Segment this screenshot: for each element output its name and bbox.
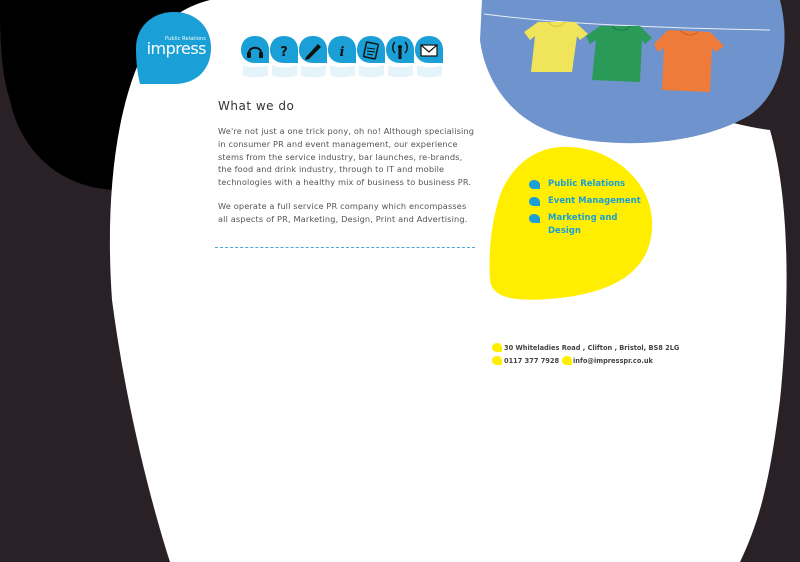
headphones-icon [241,36,269,78]
background-shapes [0,0,787,562]
nav-question-button[interactable]: ? [269,35,299,79]
info-icon: i [328,36,356,78]
notepad-icon [357,36,385,78]
page: Public Relations impress ? i What we do … [0,0,800,562]
nav-envelope-button[interactable] [414,35,444,79]
service-label: Marketing and Design [548,213,618,236]
services-paragraph: We operate a full service PR company whi… [218,201,468,224]
pen-icon [299,36,327,78]
intro-paragraph: We're not just a one trick pony, oh no! … [218,126,475,188]
page-title: What we do [218,99,295,113]
nav-info-button[interactable]: i [327,35,357,79]
logo[interactable]: Public Relations impress [136,12,212,86]
svg-text:i: i [340,45,345,60]
nav-pen-button[interactable] [298,35,328,79]
divider [215,247,475,248]
bullet-icon [492,343,502,352]
service-link-marketing-design[interactable]: Marketing and Design [528,212,648,238]
address-text: 30 Whiteladies Road , Clifton , Bristol,… [504,344,680,352]
bullet-icon [492,356,502,365]
bullet-icon [562,356,572,365]
broadcast-icon [386,36,414,78]
service-label: Public Relations [548,179,626,189]
service-link-event-management[interactable]: Event Management [528,195,648,208]
svg-text:?: ? [280,45,288,60]
nav-broadcast-button[interactable] [385,35,415,79]
logo-wordmark: impress [146,39,207,58]
nav-headphones-button[interactable] [240,35,270,79]
bullet-icon [529,180,540,189]
service-label: Event Management [548,196,641,206]
services-list: Public Relations Event Management Market… [528,178,648,242]
phone-text: 0117 377 7928 [504,357,560,365]
bullet-icon [529,197,540,206]
icon-nav: ? i [240,35,450,79]
service-link-public-relations[interactable]: Public Relations [528,178,648,191]
bullet-icon [529,214,540,223]
nav-notepad-button[interactable] [356,35,386,79]
email-link[interactable]: info@impresspr.co.uk [573,355,653,368]
question-icon: ? [270,36,298,78]
envelope-icon [415,36,443,78]
